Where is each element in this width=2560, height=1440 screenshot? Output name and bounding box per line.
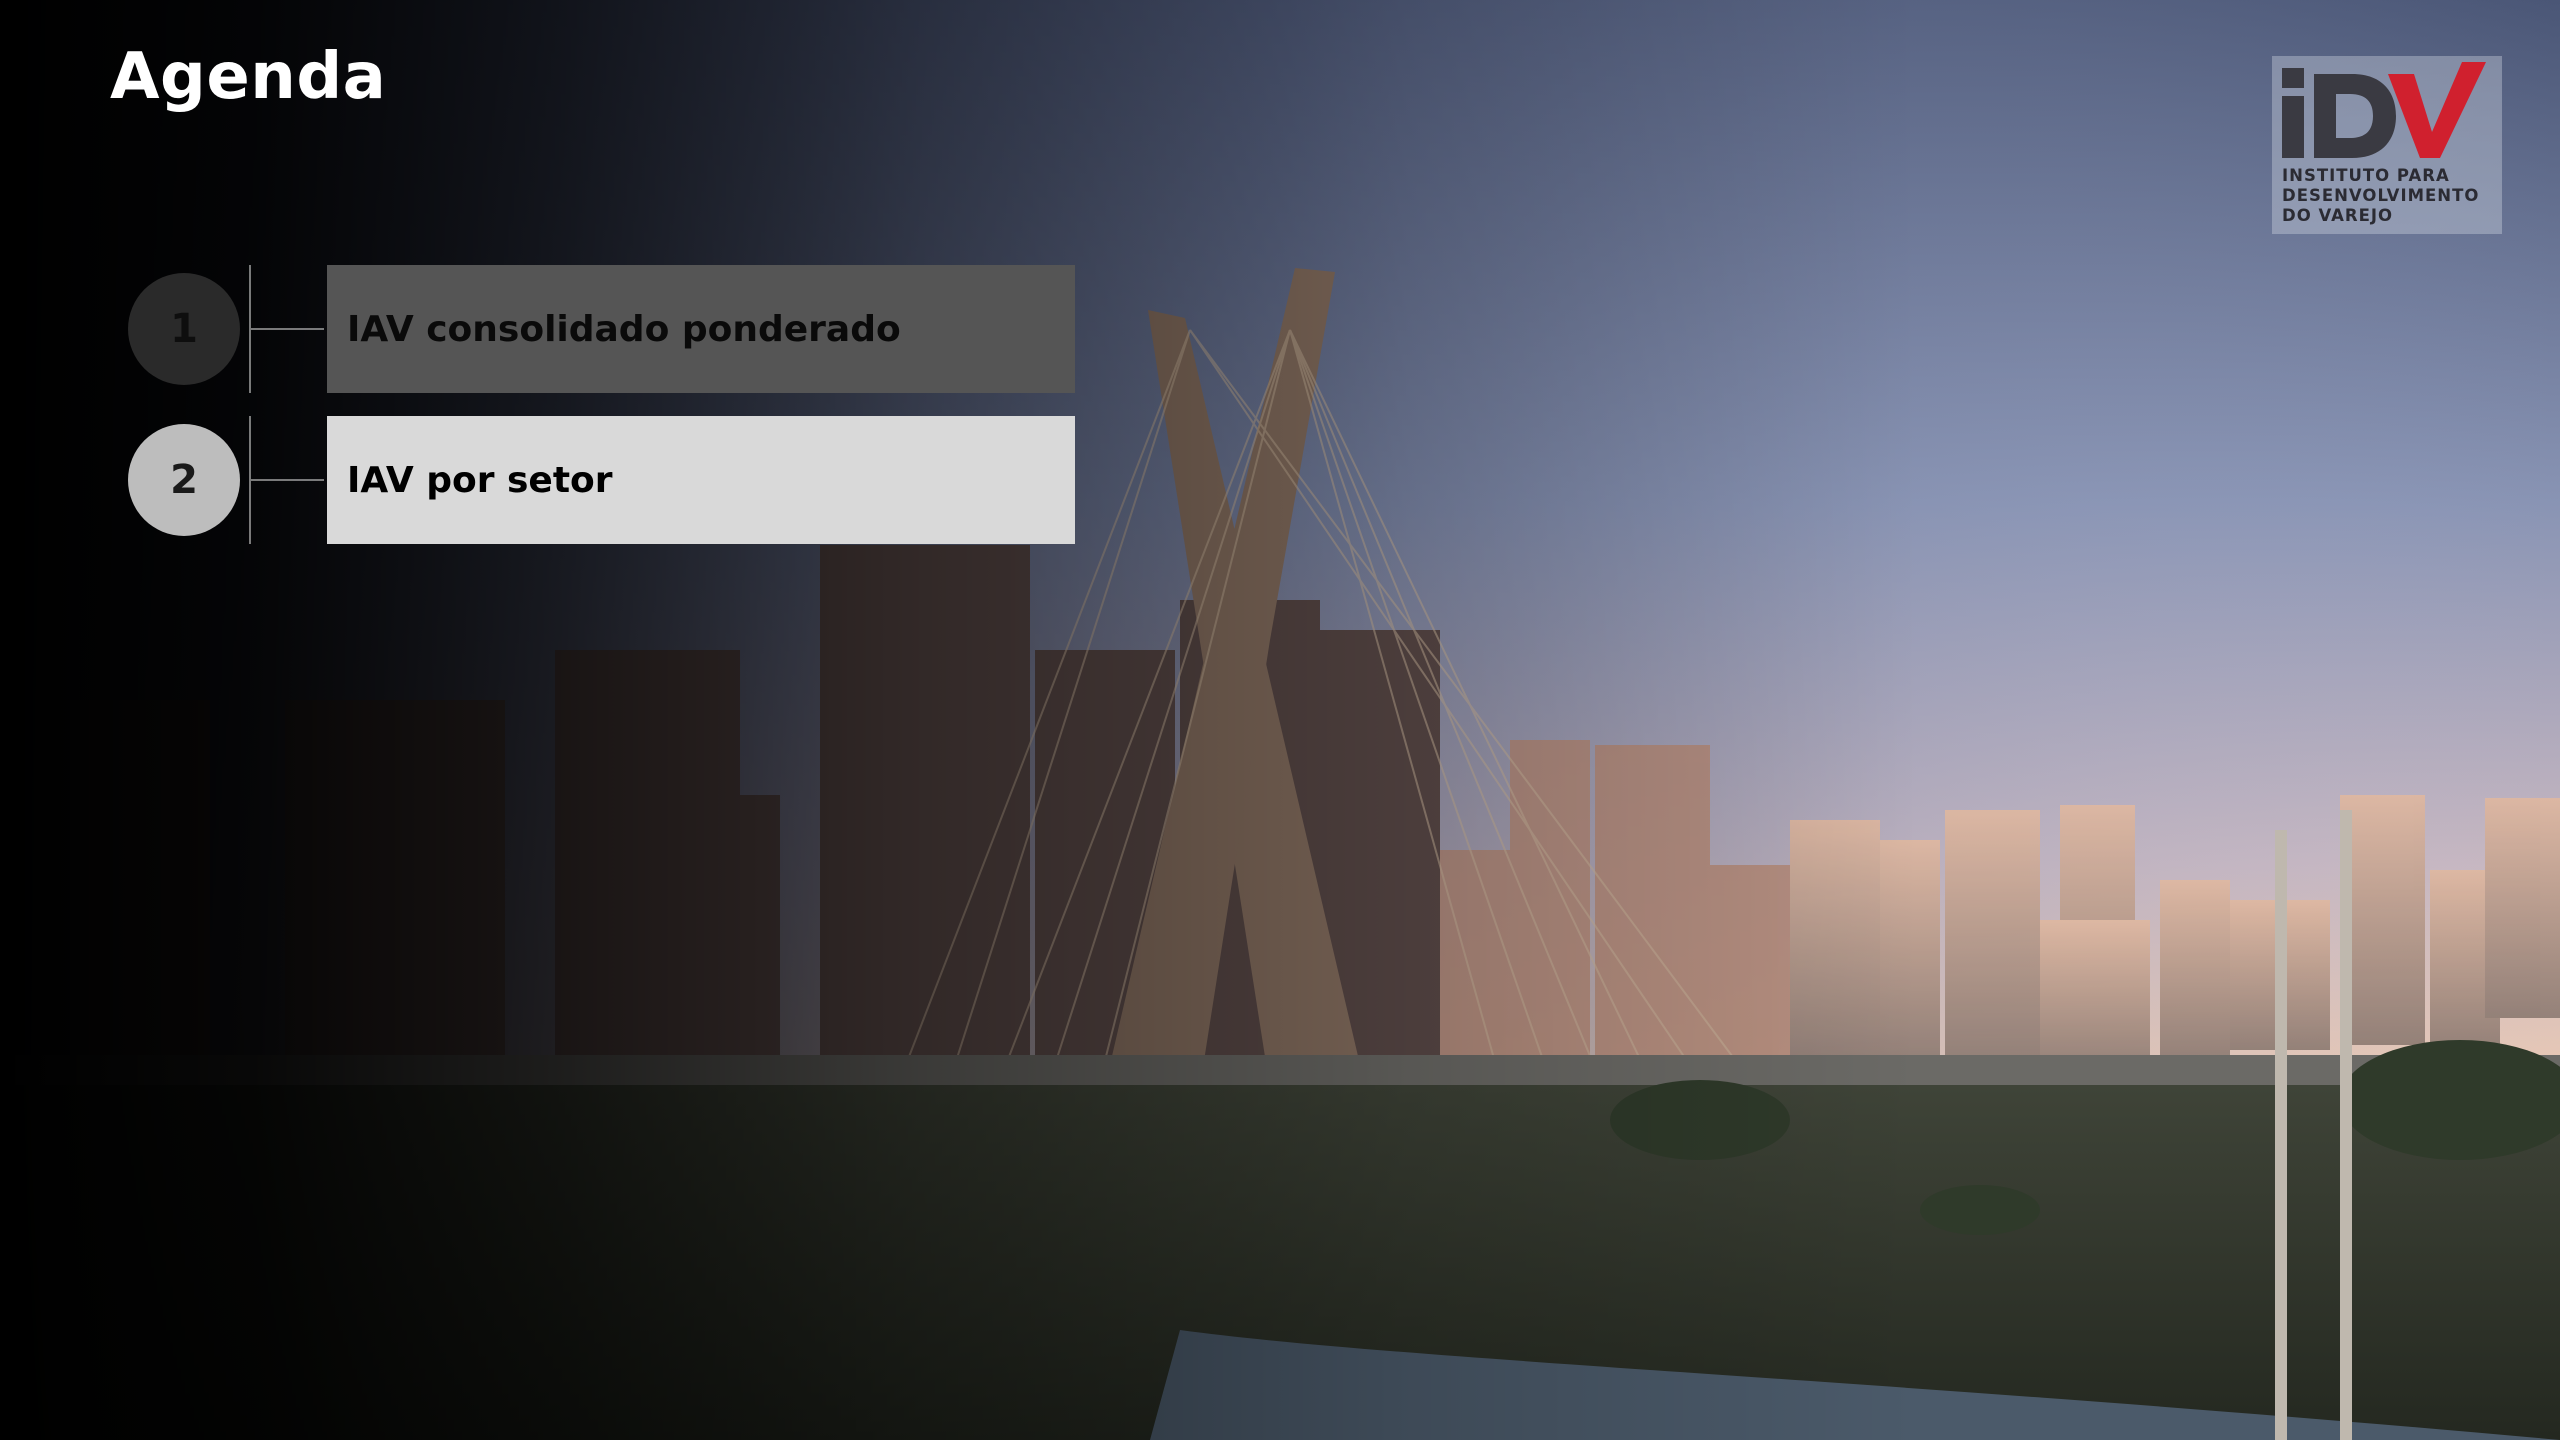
agenda-item-1: 1 IAV consolidado ponderado [128,265,1078,393]
logo-line-3: DO VAREJO [2282,206,2394,225]
agenda-connector-horizontal [251,328,324,330]
idv-logo-mark-icon [2282,62,2486,158]
left-dark-gradient [0,0,2560,1440]
page-title: Agenda [110,40,387,114]
agenda-number-badge: 1 [128,273,240,385]
agenda-item-label: IAV por setor [327,416,1075,544]
agenda-item-label: IAV consolidado ponderado [327,265,1075,393]
logo-line-2: DESENVOLVIMENTO [2282,186,2480,205]
idv-logo-text: INSTITUTO PARA DESENVOLVIMENTO DO VAREJO [2282,166,2479,226]
agenda-connector-horizontal [251,479,324,481]
idv-logo: INSTITUTO PARA DESENVOLVIMENTO DO VAREJO [2272,56,2502,234]
logo-line-1: INSTITUTO PARA [2282,166,2450,185]
agenda-item-2: 2 IAV por setor [128,416,1078,544]
agenda-number-badge: 2 [128,424,240,536]
